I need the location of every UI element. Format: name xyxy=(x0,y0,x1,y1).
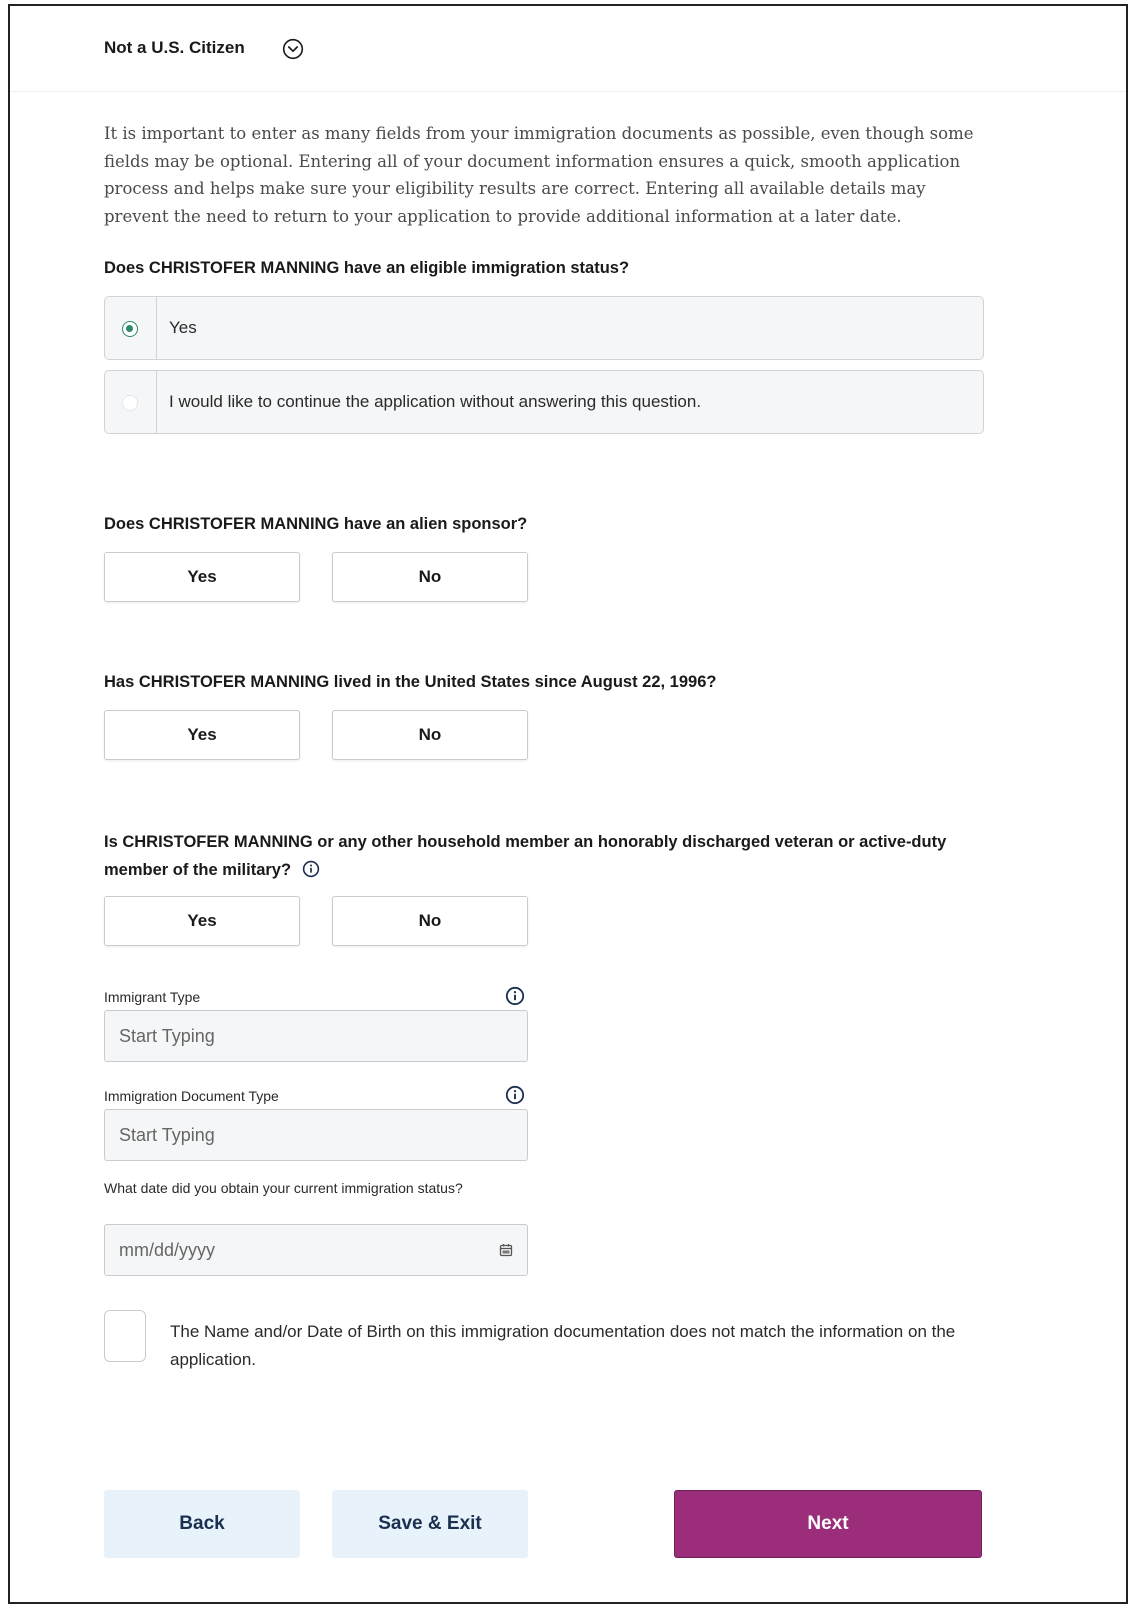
radio-option-skip[interactable]: I would like to continue the application… xyxy=(104,370,984,434)
radio-label: I would like to continue the application… xyxy=(169,392,702,411)
name-dob-mismatch-checkbox[interactable] xyxy=(104,1310,146,1362)
question-immigration-status: Does CHRISTOFER MANNING have an eligible… xyxy=(104,259,630,277)
radio-cell xyxy=(105,371,157,433)
question-veteran: Is CHRISTOFER MANNING or any other house… xyxy=(104,828,994,884)
info-icon[interactable] xyxy=(505,1085,525,1105)
sponsor-no-button[interactable]: No xyxy=(332,552,528,602)
veteran-yes-button[interactable]: Yes xyxy=(104,896,300,946)
lived-yes-button[interactable]: Yes xyxy=(104,710,300,760)
intro-text: It is important to enter as many fields … xyxy=(104,124,974,226)
lived-no-button[interactable]: No xyxy=(332,710,528,760)
section-header[interactable]: Not a U.S. Citizen xyxy=(10,6,1126,92)
sponsor-yes-button[interactable]: Yes xyxy=(104,552,300,602)
radio-button-unchecked[interactable] xyxy=(122,395,138,411)
immigrant-type-input[interactable] xyxy=(104,1010,528,1062)
info-icon[interactable] xyxy=(302,860,320,878)
immigrant-type-label: Immigrant Type xyxy=(104,989,201,1005)
radio-cell xyxy=(105,297,157,359)
question-alien-sponsor: Does CHRISTOFER MANNING have an alien sp… xyxy=(104,515,528,533)
veteran-no-button[interactable]: No xyxy=(332,896,528,946)
chevron-down-circle-icon[interactable] xyxy=(282,38,304,60)
document-type-input[interactable] xyxy=(104,1109,528,1161)
question-lived-in-us: Has CHRISTOFER MANNING lived in the Unit… xyxy=(104,673,717,691)
status-date-label: What date did you obtain your current im… xyxy=(104,1180,463,1196)
info-icon[interactable] xyxy=(505,986,525,1006)
question-veteran-text: Is CHRISTOFER MANNING or any other house… xyxy=(104,833,947,879)
status-date-input[interactable] xyxy=(104,1224,528,1276)
calendar-icon[interactable] xyxy=(499,1243,513,1257)
document-type-label: Immigration Document Type xyxy=(104,1088,279,1104)
name-dob-mismatch-label: The Name and/or Date of Birth on this im… xyxy=(170,1322,956,1369)
section-title: Not a U.S. Citizen xyxy=(104,38,245,57)
next-button[interactable]: Next xyxy=(674,1490,982,1558)
form-panel: Not a U.S. Citizen It is important to en… xyxy=(8,4,1128,1604)
back-button[interactable]: Back xyxy=(104,1490,300,1558)
radio-button-checked[interactable] xyxy=(122,321,138,337)
radio-label: Yes xyxy=(169,318,197,337)
save-exit-button[interactable]: Save & Exit xyxy=(332,1490,528,1558)
radio-option-yes[interactable]: Yes xyxy=(104,296,984,360)
